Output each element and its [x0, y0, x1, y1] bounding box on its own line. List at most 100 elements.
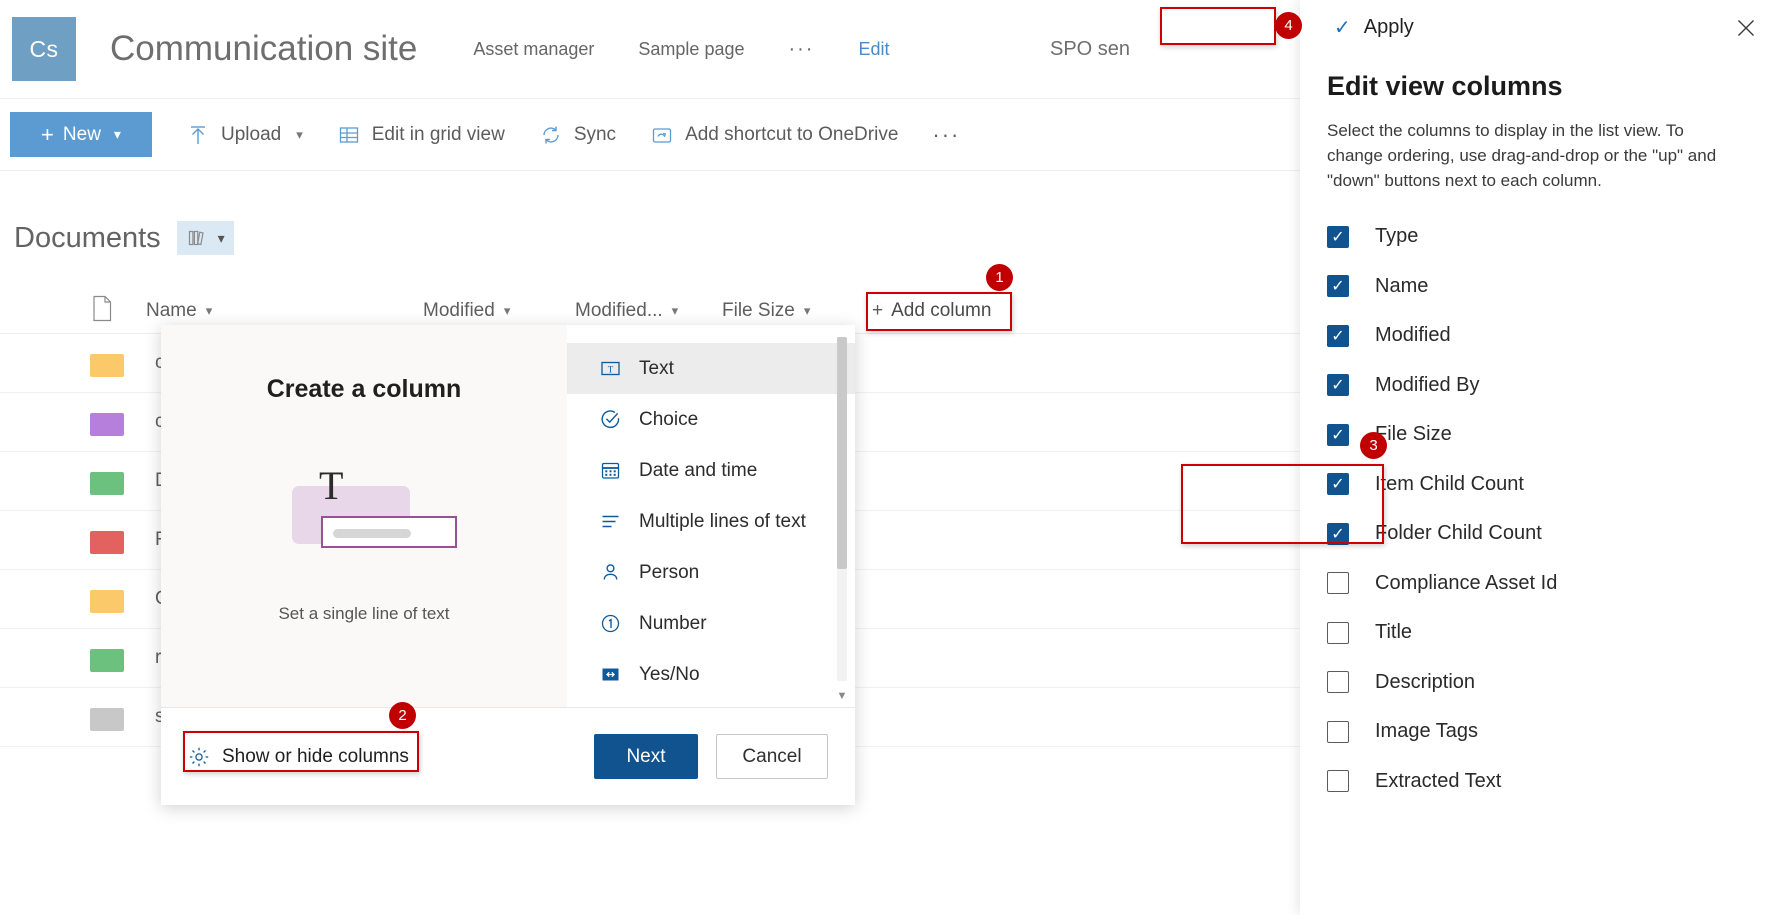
column-label: Description [1375, 671, 1475, 694]
show-or-hide-columns-button[interactable]: Show or hide columns [188, 746, 409, 768]
column-toggle-file-size[interactable]: ✓ File Size [1327, 410, 1757, 460]
column-type-person[interactable]: Person [567, 547, 855, 598]
column-type-date-and-time[interactable]: Date and time [567, 445, 855, 496]
column-label: Compliance Asset Id [1375, 572, 1557, 595]
create-column-dialog-footer: Show or hide columns Next Cancel [161, 707, 855, 805]
column-type-text[interactable]: T Text [567, 343, 855, 394]
column-label: Extracted Text [1375, 770, 1501, 793]
column-type-choice[interactable]: Choice [567, 394, 855, 445]
sync-button[interactable]: Sync [539, 123, 616, 147]
upload-button[interactable]: Upload ▾ [186, 123, 303, 147]
number-circle-icon [598, 612, 622, 636]
column-header-name-label: Name [146, 300, 197, 322]
folder-icon [90, 527, 124, 554]
illustration-input-field [321, 516, 457, 548]
add-shortcut-label: Add shortcut to OneDrive [685, 124, 898, 146]
nav-item-edit[interactable]: Edit [858, 39, 889, 60]
checkbox-unchecked-icon[interactable] [1327, 572, 1349, 594]
library-title-row: Documents ▾ [0, 210, 1300, 266]
next-button[interactable]: Next [594, 734, 698, 779]
screen-root: Cs Communication site Asset manager Samp… [0, 0, 1786, 915]
column-type-scrollbar-thumb[interactable] [837, 337, 847, 569]
checkbox-checked-icon[interactable]: ✓ [1327, 226, 1349, 248]
column-toggle-folder-child-count[interactable]: ✓ Folder Child Count [1327, 509, 1757, 559]
add-shortcut-to-onedrive-button[interactable]: Add shortcut to OneDrive [650, 123, 898, 147]
column-type-choice-label: Choice [639, 409, 698, 431]
checkbox-checked-icon[interactable]: ✓ [1327, 275, 1349, 297]
column-toggle-item-child-count[interactable]: ✓ Item Child Count [1327, 460, 1757, 510]
view-switcher-button[interactable]: ▾ [177, 221, 234, 255]
chevron-down-icon: ▾ [206, 303, 213, 319]
apply-button[interactable]: ✓ Apply [1322, 8, 1430, 46]
chevron-down-icon: ▾ [672, 303, 679, 319]
checkbox-checked-icon[interactable]: ✓ [1327, 325, 1349, 347]
new-button[interactable]: + New ▾ [10, 112, 152, 157]
checkbox-unchecked-icon[interactable] [1327, 671, 1349, 693]
panel-title: Edit view columns [1327, 71, 1563, 102]
text-column-illustration: T [264, 454, 464, 564]
column-type-yes-no-label: Yes/No [639, 664, 700, 686]
chevron-down-icon: ▾ [504, 303, 511, 319]
column-label: Modified [1375, 324, 1451, 347]
column-type-number[interactable]: Number [567, 598, 855, 649]
folder-icon [90, 350, 124, 377]
command-bar: + New ▾ Upload ▾ Edit in grid view [0, 99, 1300, 171]
checkbox-checked-icon[interactable]: ✓ [1327, 523, 1349, 545]
column-header-name[interactable]: Name ▾ [146, 300, 212, 322]
nav-overflow-icon[interactable]: ··· [788, 38, 814, 61]
column-toggle-type[interactable]: ✓ Type [1327, 212, 1757, 262]
grid-icon [337, 123, 361, 147]
column-header-file-size-label: File Size [722, 300, 795, 322]
toggle-yesno-icon [598, 663, 622, 687]
column-toggle-description[interactable]: Description [1327, 658, 1757, 708]
checkbox-unchecked-icon[interactable] [1327, 770, 1349, 792]
checkbox-checked-icon[interactable]: ✓ [1327, 374, 1349, 396]
column-label: Modified By [1375, 374, 1480, 397]
dialog-title: Create a column [267, 375, 462, 404]
folder-icon [90, 704, 124, 731]
checkmark-icon: ✓ [1334, 15, 1351, 40]
column-label: Title [1375, 621, 1412, 644]
column-type-multiple-lines-of-text[interactable]: Multiple lines of text [567, 496, 855, 547]
column-type-yes-no[interactable]: Yes/No [567, 649, 855, 700]
site-navigation: Asset manager Sample page ··· Edit [473, 38, 889, 61]
column-label: Type [1375, 225, 1418, 248]
checkbox-checked-icon[interactable]: ✓ [1327, 473, 1349, 495]
page-title: Documents [14, 222, 161, 255]
column-header-modified-by-label: Modified... [575, 300, 663, 322]
close-icon[interactable] [1728, 10, 1764, 46]
nav-item-sample-page[interactable]: Sample page [638, 39, 744, 60]
chevron-down-icon: ▾ [114, 126, 121, 143]
column-toggle-image-tags[interactable]: Image Tags [1327, 707, 1757, 757]
edit-in-grid-view-button[interactable]: Edit in grid view [337, 123, 505, 147]
column-toggle-name[interactable]: ✓ Name [1327, 262, 1757, 312]
panel-description: Select the columns to display in the lis… [1327, 118, 1727, 193]
checkbox-unchecked-icon[interactable] [1327, 721, 1349, 743]
folder-icon [90, 468, 124, 495]
upload-label: Upload [221, 124, 281, 146]
checkbox-unchecked-icon[interactable] [1327, 622, 1349, 644]
checkbox-checked-icon[interactable]: ✓ [1327, 424, 1349, 446]
cancel-button[interactable]: Cancel [716, 734, 828, 779]
plus-icon: + [41, 124, 54, 146]
onedrive-shortcut-icon [650, 123, 674, 147]
column-header-modified-by[interactable]: Modified... ▾ [575, 300, 678, 322]
site-logo: Cs [12, 17, 76, 81]
column-header-modified[interactable]: Modified ▾ [423, 300, 510, 322]
command-bar-overflow-button[interactable]: ··· [932, 122, 960, 148]
column-type-number-label: Number [639, 613, 707, 635]
folder-icon [90, 645, 124, 672]
column-toggle-modified[interactable]: ✓ Modified [1327, 311, 1757, 361]
column-toggle-extracted-text[interactable]: Extracted Text [1327, 757, 1757, 807]
nav-item-asset-manager[interactable]: Asset manager [473, 39, 594, 60]
column-toggle-title[interactable]: Title [1327, 608, 1757, 658]
svg-text:T: T [607, 364, 613, 374]
person-icon [598, 561, 622, 585]
column-type-multiple-lines-label: Multiple lines of text [639, 511, 806, 533]
column-toggle-compliance-asset-id[interactable]: Compliance Asset Id [1327, 559, 1757, 609]
add-column-button[interactable]: + Add column [872, 300, 991, 322]
chevron-down-icon: ▾ [218, 230, 225, 247]
column-toggle-modified-by[interactable]: ✓ Modified By [1327, 361, 1757, 411]
column-header-file-size[interactable]: File Size ▾ [722, 300, 810, 322]
scroll-down-icon[interactable]: ▼ [835, 689, 849, 703]
